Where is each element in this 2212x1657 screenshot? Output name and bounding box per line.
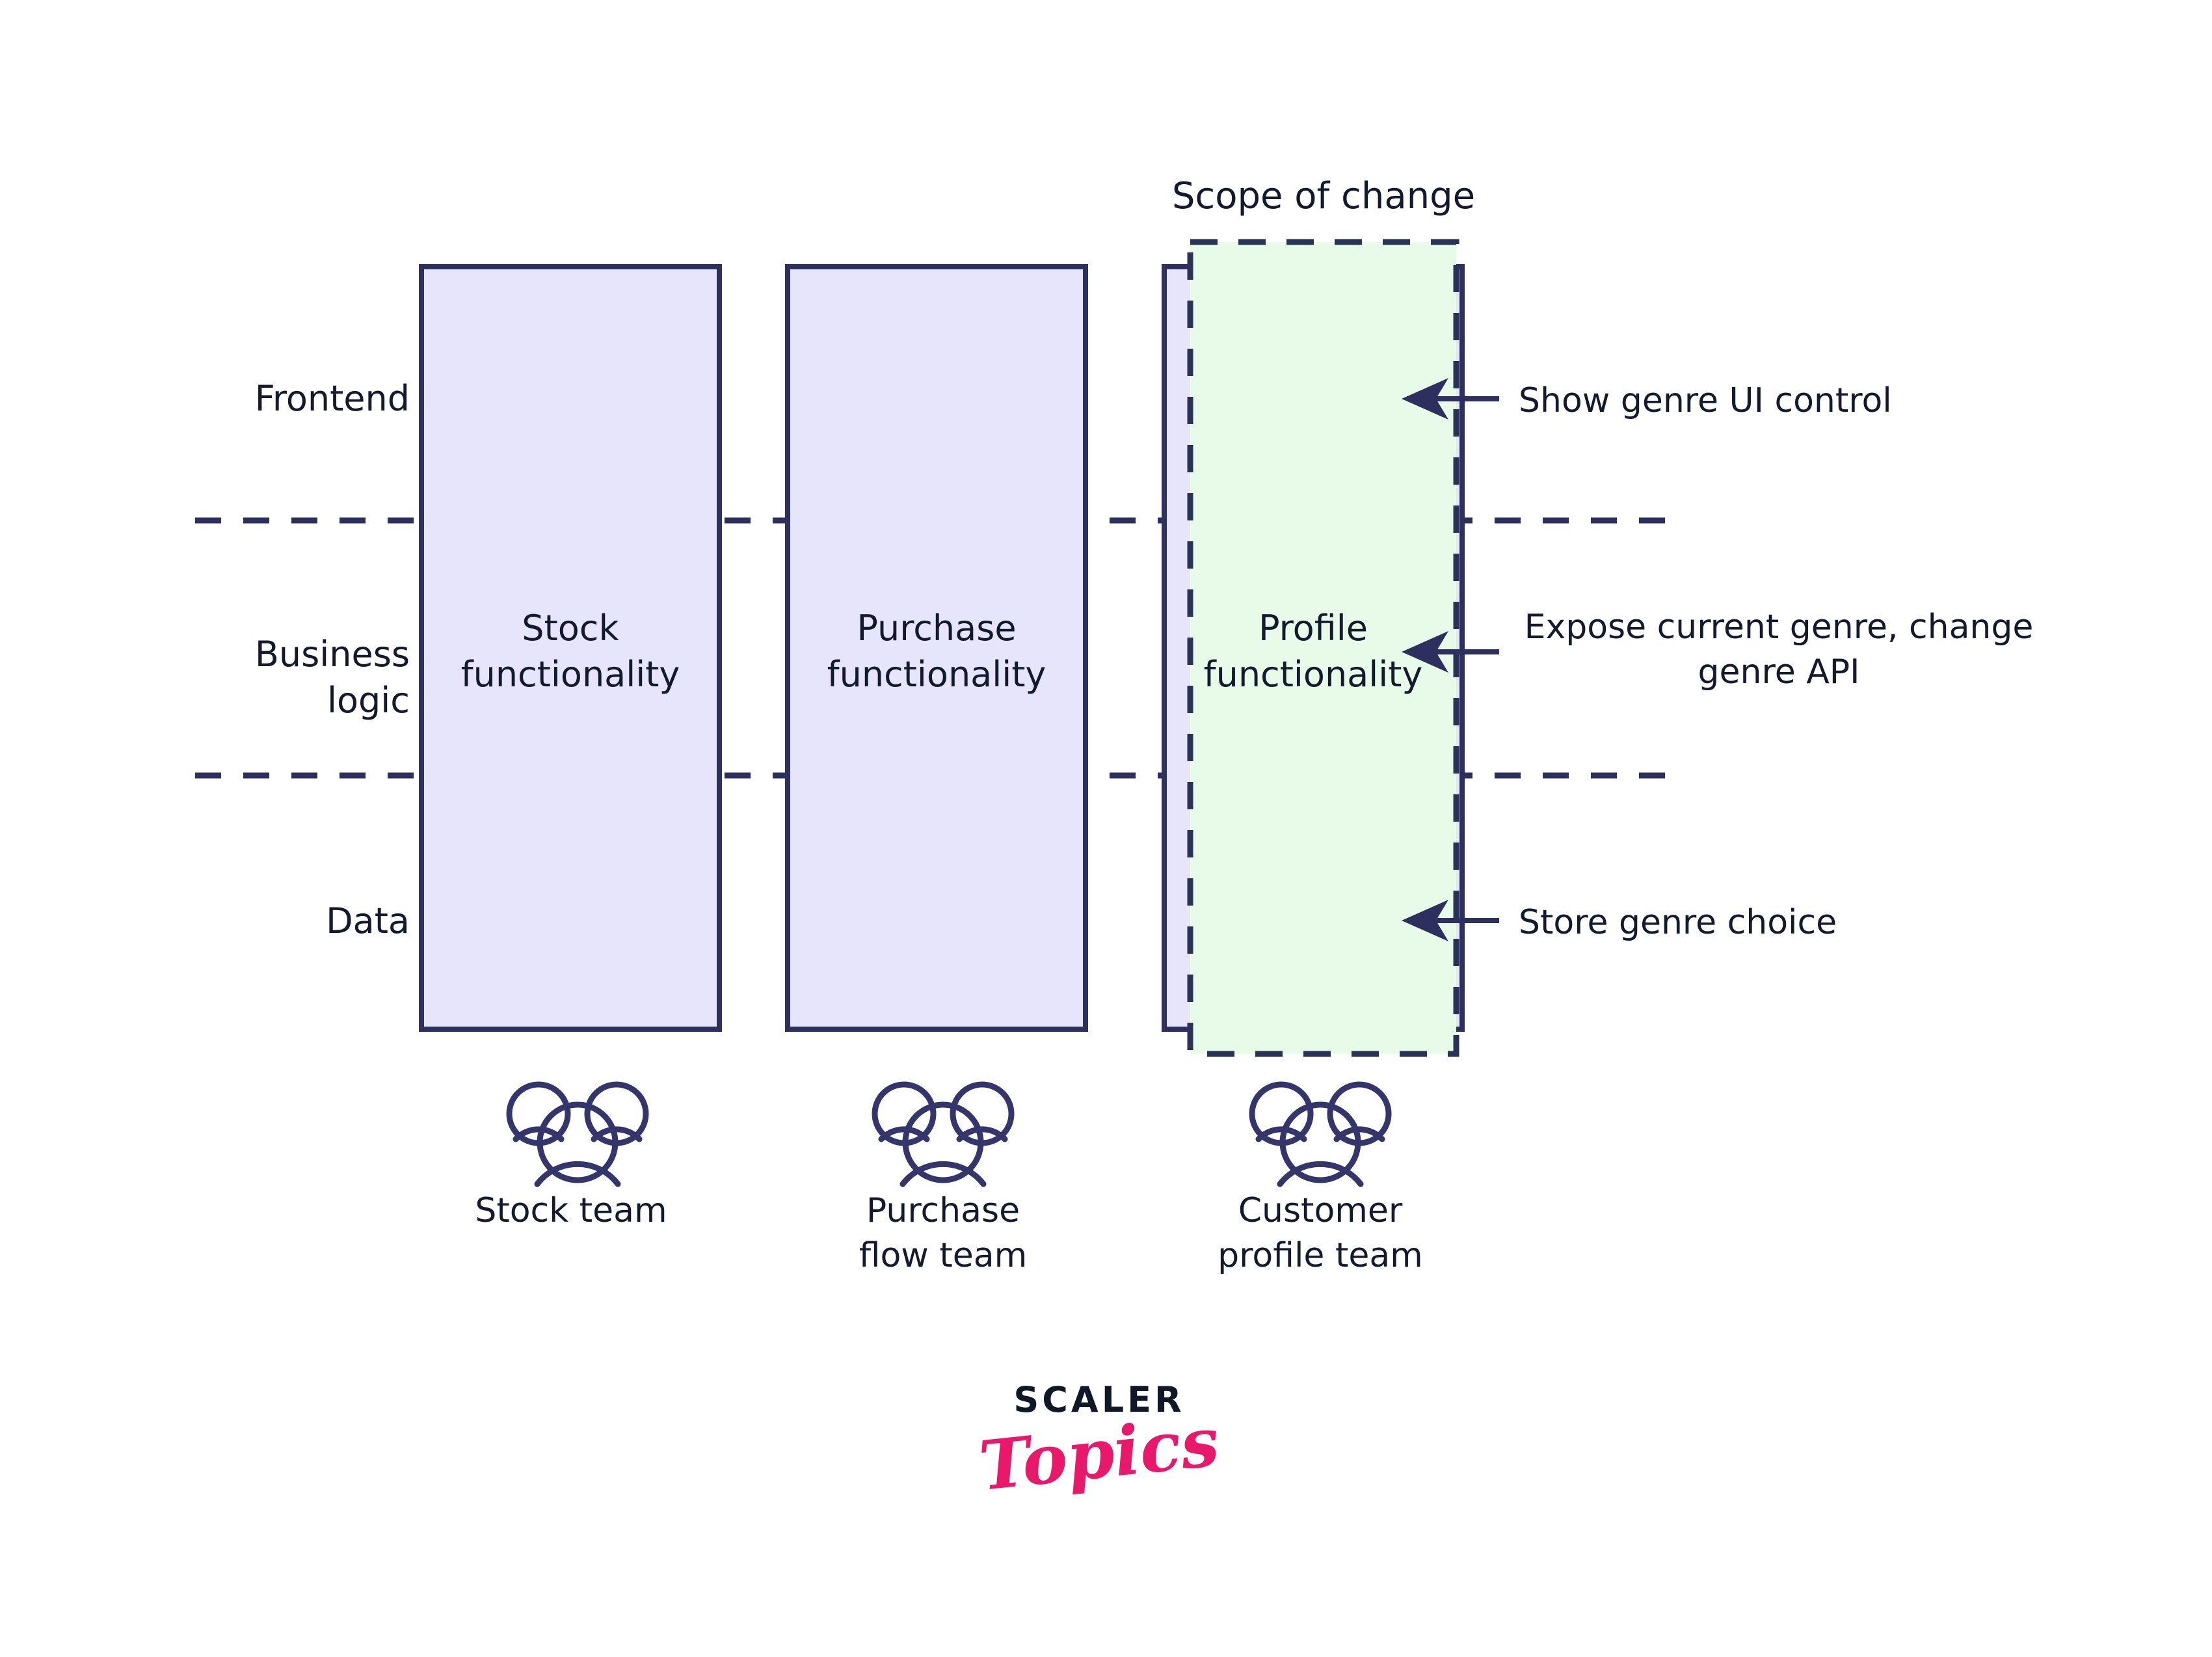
team-label-profile: Customer profile team [1218,1191,1423,1275]
team-icon-profile [1249,1081,1392,1187]
column-title-profile: Profile functionality [1203,608,1423,695]
team-icon-stock [506,1081,649,1187]
column-title-stock: Stock functionality [460,608,680,695]
callout-text-business-logic: Expose current genre, change genre API [1524,608,2034,692]
callout-text-frontend: Show genre UI control [1519,381,1892,420]
scope-of-change-title: Scope of change [1171,175,1476,217]
diagram-canvas: Scope of change Frontend Business logic … [0,0,2212,1657]
team-icon-purchase [872,1081,1015,1187]
layer-label-frontend: Frontend [254,378,410,419]
callout-text-data: Store genre choice [1519,903,1837,942]
layer-label-data: Data [326,900,410,941]
scaler-topics-logo: SCALER Topics [963,1382,1236,1558]
team-label-stock: Stock team [475,1191,667,1230]
logo-secondary-text: Topics [976,1401,1223,1506]
team-label-purchase: Purchase flow team [859,1191,1028,1275]
layer-label-business-logic: Business logic [254,634,410,721]
column-title-purchase: Purchase functionality [827,608,1046,695]
